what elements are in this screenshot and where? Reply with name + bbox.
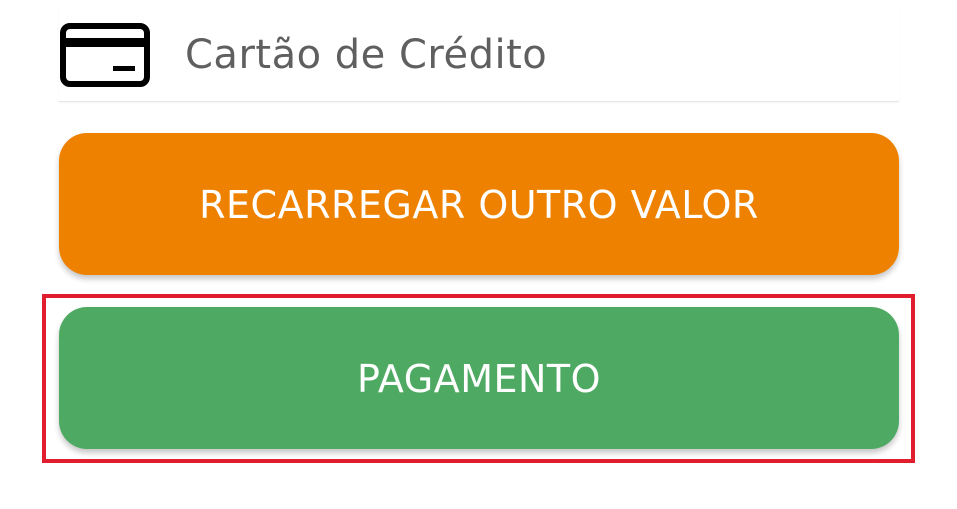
payment-method-credit-card[interactable]: Cartão de Crédito	[59, 8, 899, 102]
credit-card-icon	[59, 9, 151, 101]
payment-method-label: Cartão de Crédito	[185, 31, 548, 78]
payment-screen: Cartão de Crédito RECARREGAR OUTRO VALOR…	[0, 0, 957, 509]
payment-button[interactable]: PAGAMENTO	[59, 307, 899, 449]
recharge-other-amount-button[interactable]: RECARREGAR OUTRO VALOR	[59, 133, 899, 275]
